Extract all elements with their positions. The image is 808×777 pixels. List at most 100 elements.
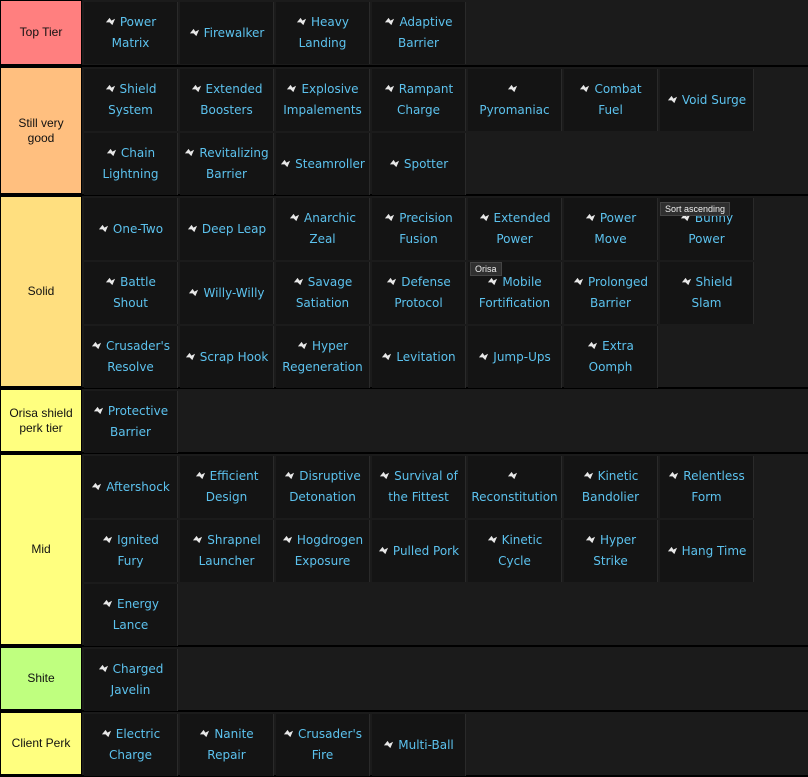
perk-item[interactable]: Extra Oomph	[564, 326, 658, 388]
perk-item[interactable]: Electric Charge	[84, 714, 178, 776]
tier-label[interactable]: Top Tier	[0, 0, 82, 65]
perk-item[interactable]: Extended Boosters	[180, 69, 274, 131]
perk-item[interactable]: Levitation	[372, 326, 466, 388]
aftershock-icon	[91, 481, 102, 492]
perk-content: Levitation	[381, 347, 456, 368]
perk-item[interactable]: Charged Javelin	[84, 649, 178, 711]
perk-name: Shield Slam	[691, 275, 733, 310]
tier-label[interactable]: Orisa shield perk tier	[0, 389, 82, 452]
perk-content: Rampant Charge	[376, 79, 461, 121]
perk-content: Electric Charge	[88, 724, 173, 766]
perk-item[interactable]: Rampant Charge	[372, 69, 466, 131]
perk-item[interactable]: Chain Lightning	[84, 133, 178, 195]
explosion-icon	[286, 83, 297, 94]
perk-item[interactable]: Revitalizing Barrier	[180, 133, 274, 195]
perk-item[interactable]: Kinetic Cycle	[468, 520, 562, 582]
perk-item[interactable]: Deep Leap	[180, 198, 274, 260]
shrapnel-launcher-icon	[192, 534, 203, 545]
perk-item[interactable]: Crusader's Resolve	[84, 326, 178, 388]
tier-row: Still very good Shield System Extended Boo…	[0, 67, 808, 196]
perk-item[interactable]: Jump-Ups	[468, 326, 562, 388]
tier-label[interactable]: Solid	[0, 196, 82, 387]
void-surge-icon	[667, 94, 678, 105]
perk-item[interactable]: Hyper Strike	[564, 520, 658, 582]
perk-content: Combat Fuel	[568, 79, 653, 121]
perk-content: Void Surge	[667, 90, 746, 111]
perk-item[interactable]: Survival of the Fittest	[372, 456, 466, 518]
perk-name: Power Matrix	[111, 15, 157, 50]
efficient-design-icon	[195, 470, 206, 481]
perk-item[interactable]: Battle Shout	[84, 262, 178, 324]
perk-item[interactable]: Relentless Form	[660, 456, 754, 518]
levitation-icon	[381, 351, 392, 362]
protective-barrier-icon	[93, 405, 104, 416]
perk-item[interactable]: Pyromaniac	[468, 69, 562, 131]
perk-content: Hyper Strike	[568, 530, 653, 572]
perk-item[interactable]: Disruptive Detonation	[276, 456, 370, 518]
perk-item[interactable]: Scrap Hook	[180, 326, 274, 388]
perk-name: Kinetic Cycle	[498, 533, 543, 568]
perk-item[interactable]: Ignited Fury	[84, 520, 178, 582]
perk-item[interactable]: Defense Protocol	[372, 262, 466, 324]
perk-item[interactable]: Spotter	[372, 133, 466, 195]
perk-name: Power Move	[594, 211, 637, 246]
perk-item[interactable]: One-Two	[84, 198, 178, 260]
perk-item[interactable]: Reconstitution	[468, 456, 562, 518]
perk-item[interactable]: Shield Slam	[660, 262, 754, 324]
perk-item[interactable]: Crusader's Fire	[276, 714, 370, 776]
tier-row: Mid Aftershock Efficient Design Disruptive …	[0, 454, 808, 647]
perk-item[interactable]: Protective Barrier	[84, 391, 178, 453]
tier-items: One-Two Deep Leap Anarchic Zeal Precision F…	[82, 196, 808, 388]
perk-item[interactable]: Prolonged Barrier	[564, 262, 658, 324]
battle-shout-icon	[105, 276, 116, 287]
perk-item[interactable]: Shrapnel Launcher	[180, 520, 274, 582]
perk-item[interactable]: Energy Lance	[84, 584, 178, 646]
perk-item[interactable]: Firewalker	[180, 2, 274, 64]
perk-content: Energy Lance	[88, 594, 173, 636]
perk-item[interactable]: Power Matrix	[84, 2, 178, 64]
perk-item[interactable]: Pulled Pork	[372, 520, 466, 582]
perk-content: Hang Time	[667, 541, 746, 562]
perk-item[interactable]: Extended Power	[468, 198, 562, 260]
tier-label[interactable]: Still very good	[0, 67, 82, 194]
perk-item[interactable]: Anarchic Zeal	[276, 198, 370, 260]
jump-ups-icon	[478, 351, 489, 362]
perk-item[interactable]: Nanite Repair	[180, 714, 274, 776]
perk-item[interactable]: Willy-Willy	[180, 262, 274, 324]
perk-item[interactable]: Steamroller	[276, 133, 370, 195]
perk-name: Willy-Willy	[203, 285, 265, 300]
perk-item[interactable]: Hyper Regeneration	[276, 326, 370, 388]
pyromaniac-icon	[507, 83, 518, 94]
perk-name: Pulled Pork	[392, 543, 460, 558]
perk-item[interactable]: Precision Fusion	[372, 198, 466, 260]
tier-list: Top Tier Power Matrix Firewalker Heavy Land…	[0, 0, 808, 777]
perk-item[interactable]: Heavy Landing	[276, 2, 370, 64]
tier-label[interactable]: Mid	[0, 454, 82, 645]
perk-item[interactable]: Hogdrogen Exposure	[276, 520, 370, 582]
perk-content: Nanite Repair	[184, 724, 269, 766]
perk-item[interactable]: Kinetic Bandolier	[564, 456, 658, 518]
tier-label[interactable]: Shite	[0, 647, 82, 710]
perk-item[interactable]: Hang Time	[660, 520, 754, 582]
perk-item[interactable]: Combat Fuel	[564, 69, 658, 131]
perk-item[interactable]: Void Surge	[660, 69, 754, 131]
perk-content: Extended Boosters	[184, 79, 269, 121]
tier-label[interactable]: Client Perk	[0, 712, 82, 775]
perk-item[interactable]: Explosive Impalements	[276, 69, 370, 131]
perk-item[interactable]: Multi-Ball	[372, 714, 466, 776]
perk-item[interactable]: Savage Satiation	[276, 262, 370, 324]
perk-content: Prolonged Barrier	[568, 272, 653, 314]
perk-content: Willy-Willy	[188, 283, 265, 304]
deep-leap-icon	[187, 223, 198, 234]
perk-name: Adaptive Barrier	[398, 15, 453, 50]
perk-item[interactable]: Aftershock	[84, 456, 178, 518]
combat-fuel-icon	[579, 83, 590, 94]
perk-content: Multi-Ball	[383, 735, 454, 756]
perk-item[interactable]: Power Move	[564, 198, 658, 260]
perk-item[interactable]: Adaptive Barrier	[372, 2, 466, 64]
power-matrix-icon	[105, 16, 116, 27]
perk-item[interactable]: Efficient Design	[180, 456, 274, 518]
scrap-hook-icon	[185, 351, 196, 362]
perk-item[interactable]: Shield System	[84, 69, 178, 131]
perk-content: Disruptive Detonation	[280, 466, 365, 508]
